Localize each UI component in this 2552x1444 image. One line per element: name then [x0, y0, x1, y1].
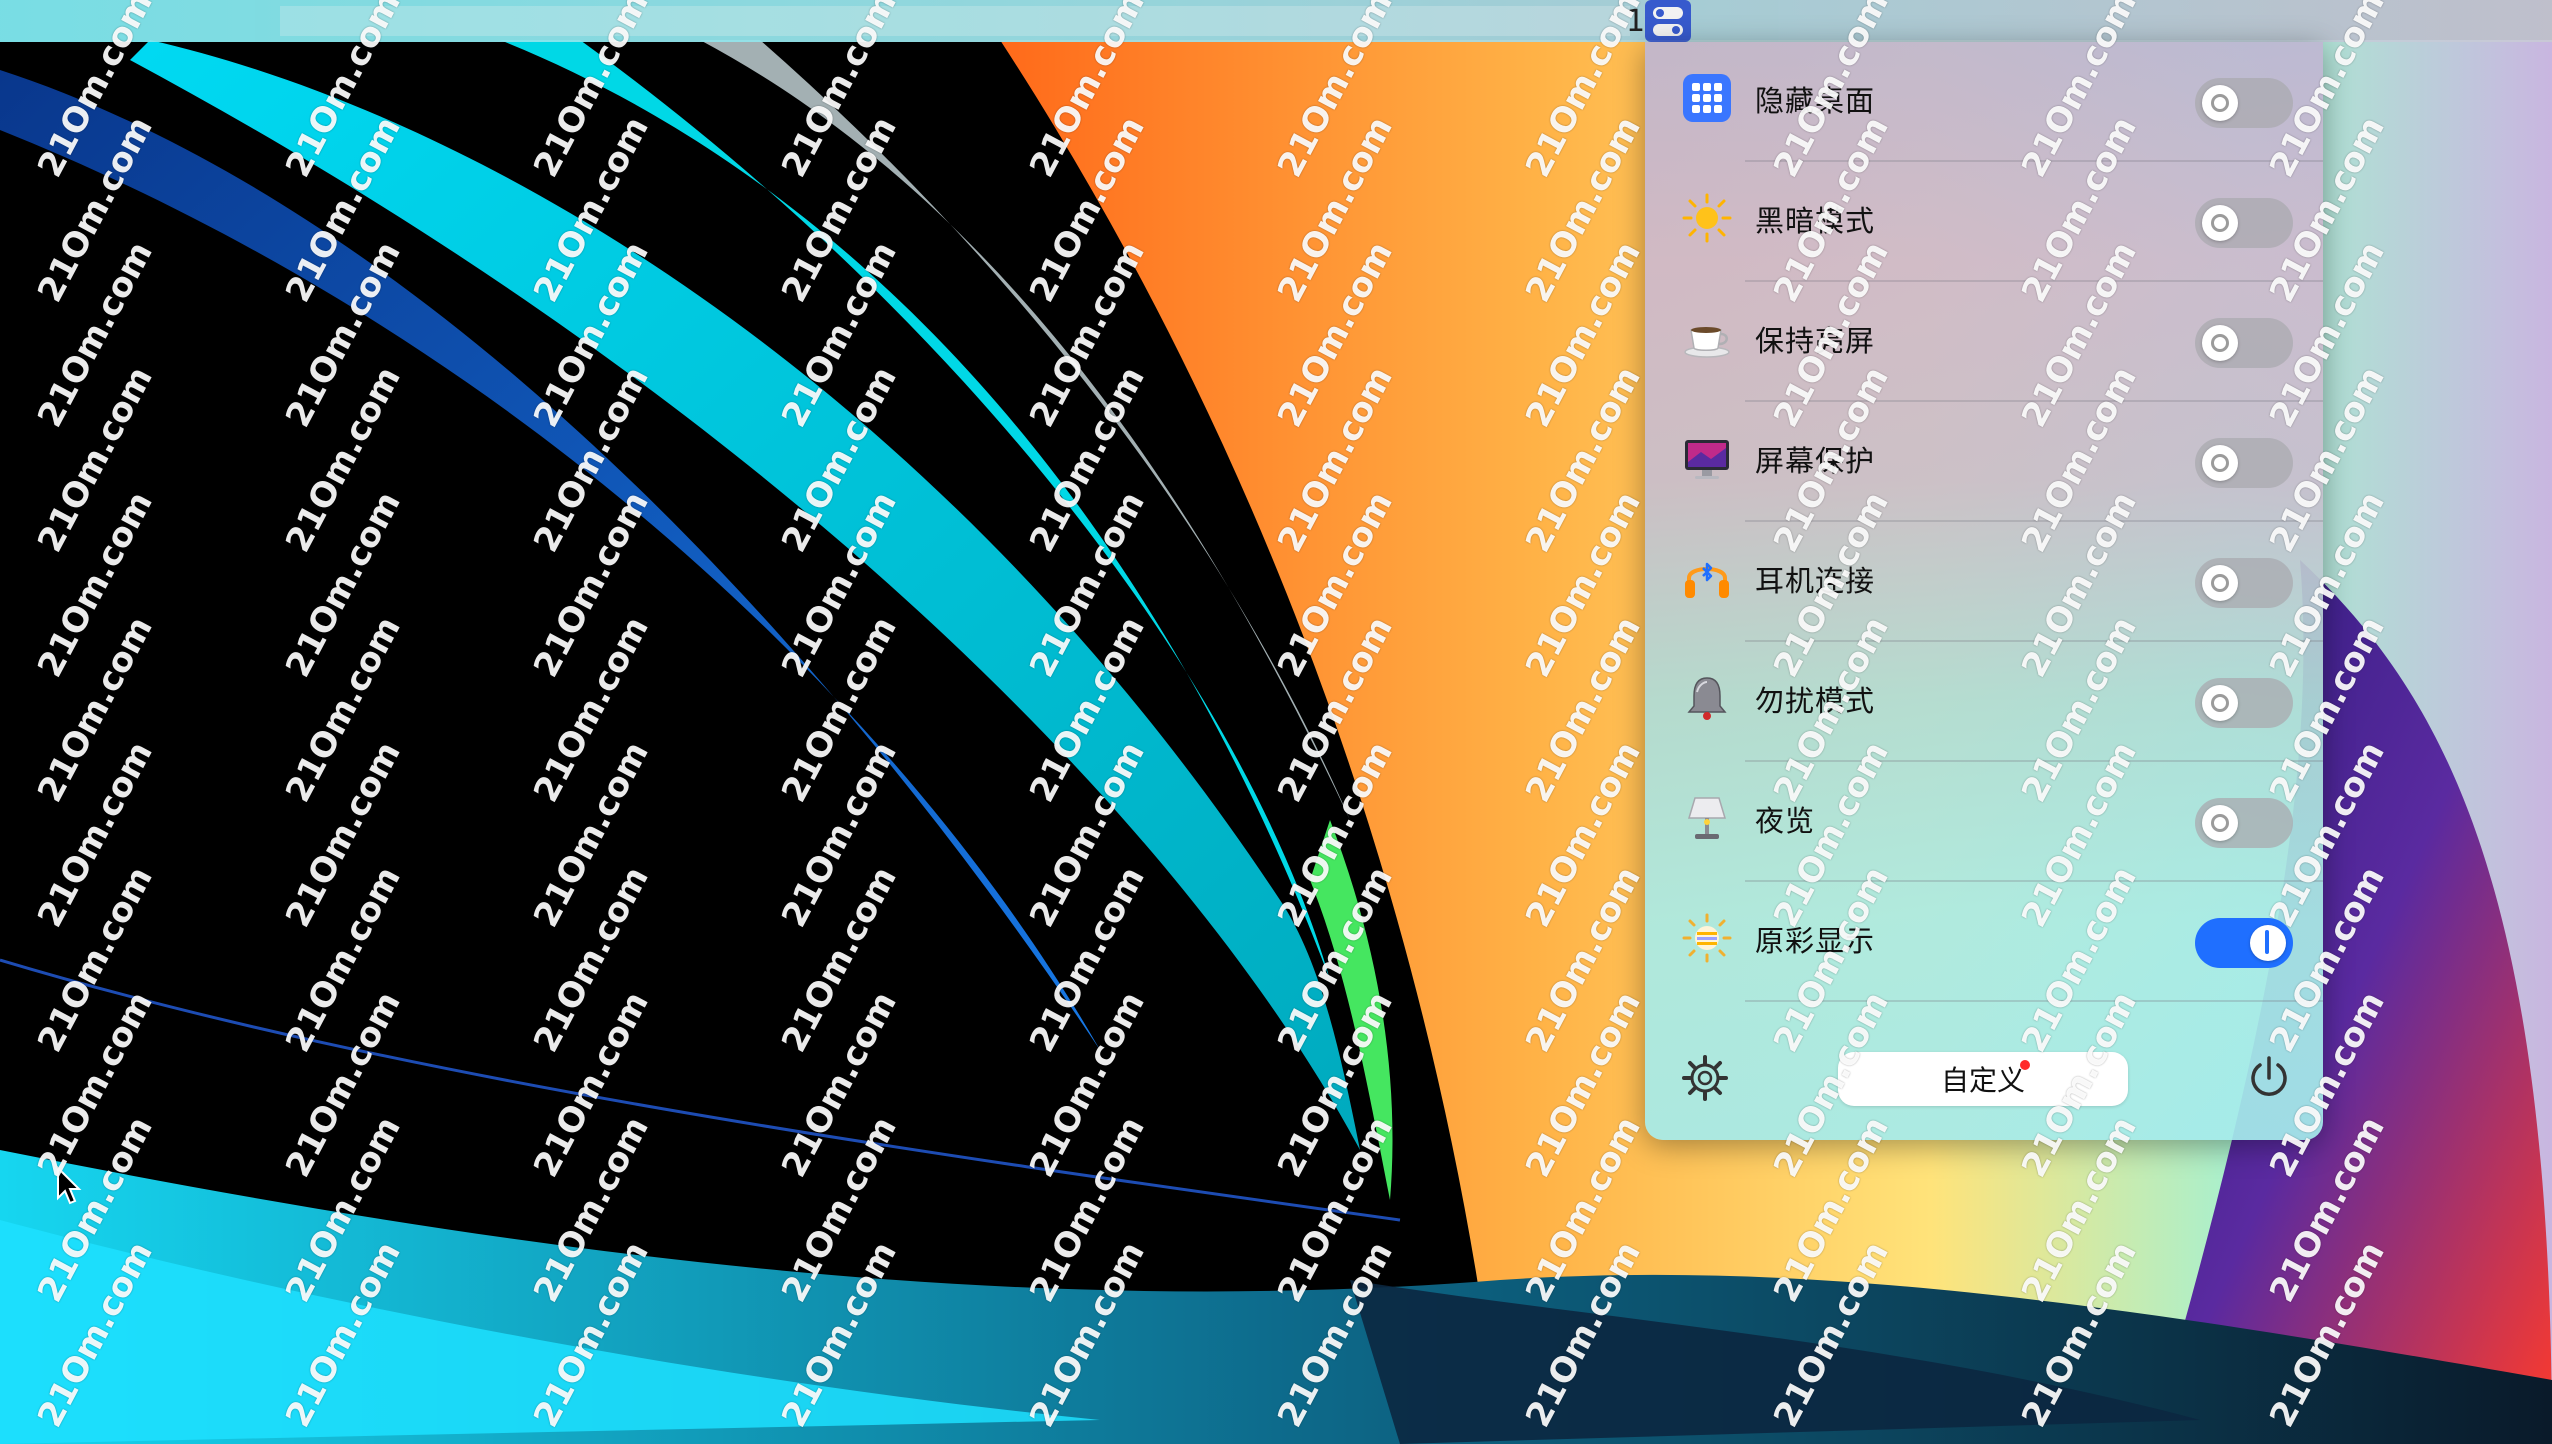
panel-row-hide-desktop[interactable]: 隐藏桌面	[1645, 42, 2323, 162]
panel-row-label: 隐藏桌面	[1755, 84, 1876, 118]
monitor-icon	[1685, 440, 1729, 479]
panel-row-do-not-disturb[interactable]: 勿扰模式	[1645, 642, 2323, 762]
divider	[1745, 1000, 2323, 1002]
grid-apps-icon	[1683, 74, 1731, 122]
control-center-toggle-icon[interactable]	[1645, 0, 1691, 42]
menu-bar-strip	[280, 6, 1630, 36]
notification-dot	[2020, 1060, 2030, 1070]
panel-row-true-tone[interactable]: 原彩显示	[1645, 882, 2323, 1002]
lamp-icon	[1687, 797, 1727, 839]
panel-row-label: 耳机连接	[1755, 564, 1876, 598]
panel-row-night-shift[interactable]: 夜览	[1645, 762, 2323, 882]
panel-row-screensaver[interactable]: 屏幕保护	[1645, 402, 2323, 522]
keep-awake-toggle[interactable]	[2195, 318, 2293, 368]
customize-label: 自定义	[1940, 1064, 2025, 1097]
panel-row-label: 屏幕保护	[1755, 444, 1876, 478]
hide-desktop-toggle[interactable]	[2195, 78, 2293, 128]
bell-icon	[1687, 677, 1727, 720]
headphones-toggle[interactable]	[2195, 558, 2293, 608]
panel-row-dark-mode[interactable]: 黑暗模式	[1645, 162, 2323, 282]
bluetooth-headphones-icon	[1685, 562, 1729, 598]
panel-row-label: 原彩显示	[1755, 924, 1876, 958]
panel-row-label: 夜览	[1755, 804, 1816, 838]
mouse-cursor-icon	[57, 1166, 82, 1205]
sun-icon	[1682, 193, 1732, 243]
color-sun-icon	[1682, 913, 1732, 963]
coffee-cup-icon	[1684, 327, 1730, 358]
panel-row-keep-awake[interactable]: 保持亮屏	[1645, 282, 2323, 402]
menu-bar-digit: 1	[1626, 4, 1646, 39]
menu-bar: 1	[0, 0, 2552, 42]
night-shift-toggle[interactable]	[2195, 798, 2293, 848]
panel-row-headphones[interactable]: 耳机连接	[1645, 522, 2323, 642]
gear-icon[interactable]	[1681, 1054, 1729, 1102]
dark-mode-toggle[interactable]	[2195, 198, 2293, 248]
panel-row-label: 勿扰模式	[1755, 684, 1876, 718]
panel-row-label: 保持亮屏	[1755, 324, 1876, 358]
power-icon[interactable]	[2245, 1054, 2293, 1102]
do-not-disturb-toggle[interactable]	[2195, 678, 2293, 728]
screensaver-toggle[interactable]	[2195, 438, 2293, 488]
customize-button[interactable]: 自定义	[1838, 1052, 2128, 1106]
control-panel: 隐藏桌面 黑暗模式 保持亮屏 屏幕保护 耳机连接 勿扰模式 夜览 原彩显示 自定…	[1645, 42, 2323, 1140]
panel-row-label: 黑暗模式	[1755, 204, 1876, 238]
panel-footer: 自定义	[1645, 1032, 2323, 1122]
true-tone-toggle[interactable]	[2195, 918, 2293, 968]
